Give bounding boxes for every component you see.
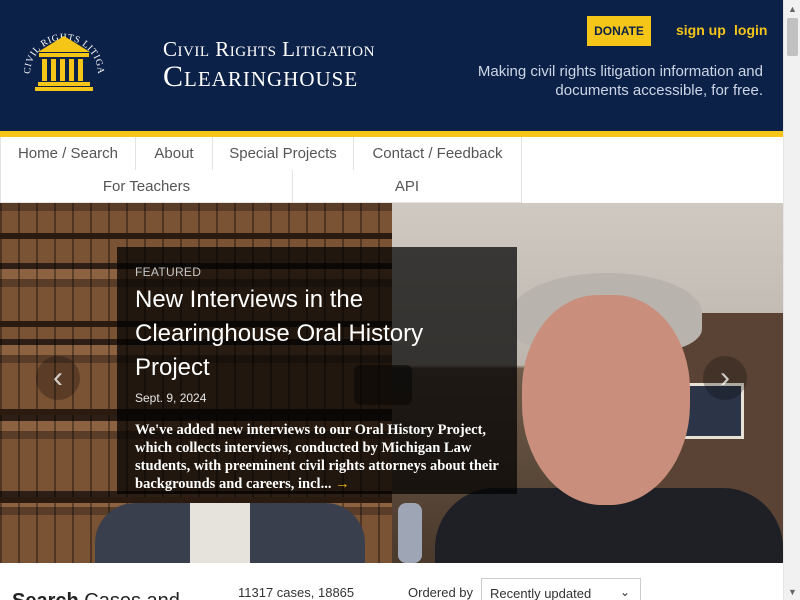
- clearinghouse-seal-logo[interactable]: CIVIL RIGHTS LITIGATION CLEARINGHOUSE: [12, 14, 116, 118]
- result-count: 11317 cases, 18865: [238, 585, 355, 600]
- search-heading-light: Cases and: [84, 590, 180, 600]
- nav-item-api[interactable]: API: [292, 170, 522, 203]
- nav-item-contact-feedback[interactable]: Contact / Feedback: [353, 137, 522, 171]
- nav-item-for-teachers[interactable]: For Teachers: [0, 170, 293, 203]
- featured-summary-text: We've added new interviews to our Oral H…: [135, 422, 499, 492]
- search-heading-bold: Search: [12, 590, 79, 600]
- carousel-next-icon[interactable]: ›: [703, 356, 747, 400]
- chevron-down-icon: ⌄: [619, 585, 630, 599]
- sort-order-select[interactable]: Recently updated ⌄: [481, 578, 641, 600]
- login-link[interactable]: login: [734, 22, 767, 38]
- nav-item-about[interactable]: About: [135, 137, 213, 171]
- brand-title-bottom: Clearinghouse: [163, 60, 359, 93]
- featured-carousel: ‹ › FEATURED New Interviews in the Clear…: [0, 203, 783, 563]
- sort-order-value: Recently updated: [490, 586, 592, 600]
- featured-title[interactable]: New Interviews in the Clearinghouse Oral…: [135, 283, 499, 385]
- featured-summary: We've added new interviews to our Oral H…: [135, 421, 499, 493]
- featured-card[interactable]: FEATURED New Interviews in the Clearingh…: [117, 247, 517, 494]
- featured-kicker: FEATURED: [135, 265, 202, 279]
- nav-item-home-search[interactable]: Home / Search: [0, 137, 136, 171]
- site-tagline: Making civil rights litigation informati…: [477, 63, 763, 99]
- scrollbar-thumb[interactable]: [787, 18, 798, 56]
- page-scrollbar[interactable]: ▲ ▼: [783, 0, 800, 600]
- ordered-by-label: Ordered by: [408, 585, 474, 600]
- nav-item-special-projects[interactable]: Special Projects: [212, 137, 354, 171]
- main-nav: Home / Search About Special Projects Con…: [0, 137, 783, 203]
- carousel-prev-icon[interactable]: ‹: [36, 356, 80, 400]
- scroll-down-icon[interactable]: ▼: [784, 583, 800, 600]
- sign-up-link[interactable]: sign up: [676, 22, 726, 38]
- featured-date: Sept. 9, 2024: [135, 391, 207, 405]
- site-brand[interactable]: Civil Rights Litigation Clearinghouse: [163, 37, 375, 93]
- site-header: CIVIL RIGHTS LITIGATION CLEARINGHOUSE Ci…: [0, 0, 783, 131]
- read-more-arrow-icon[interactable]: →: [335, 476, 350, 492]
- search-heading: Search Cases and: [12, 590, 180, 600]
- scroll-up-icon[interactable]: ▲: [784, 0, 800, 17]
- donate-button[interactable]: DONATE: [587, 16, 651, 46]
- brand-title-top: Civil Rights Litigation: [163, 37, 375, 61]
